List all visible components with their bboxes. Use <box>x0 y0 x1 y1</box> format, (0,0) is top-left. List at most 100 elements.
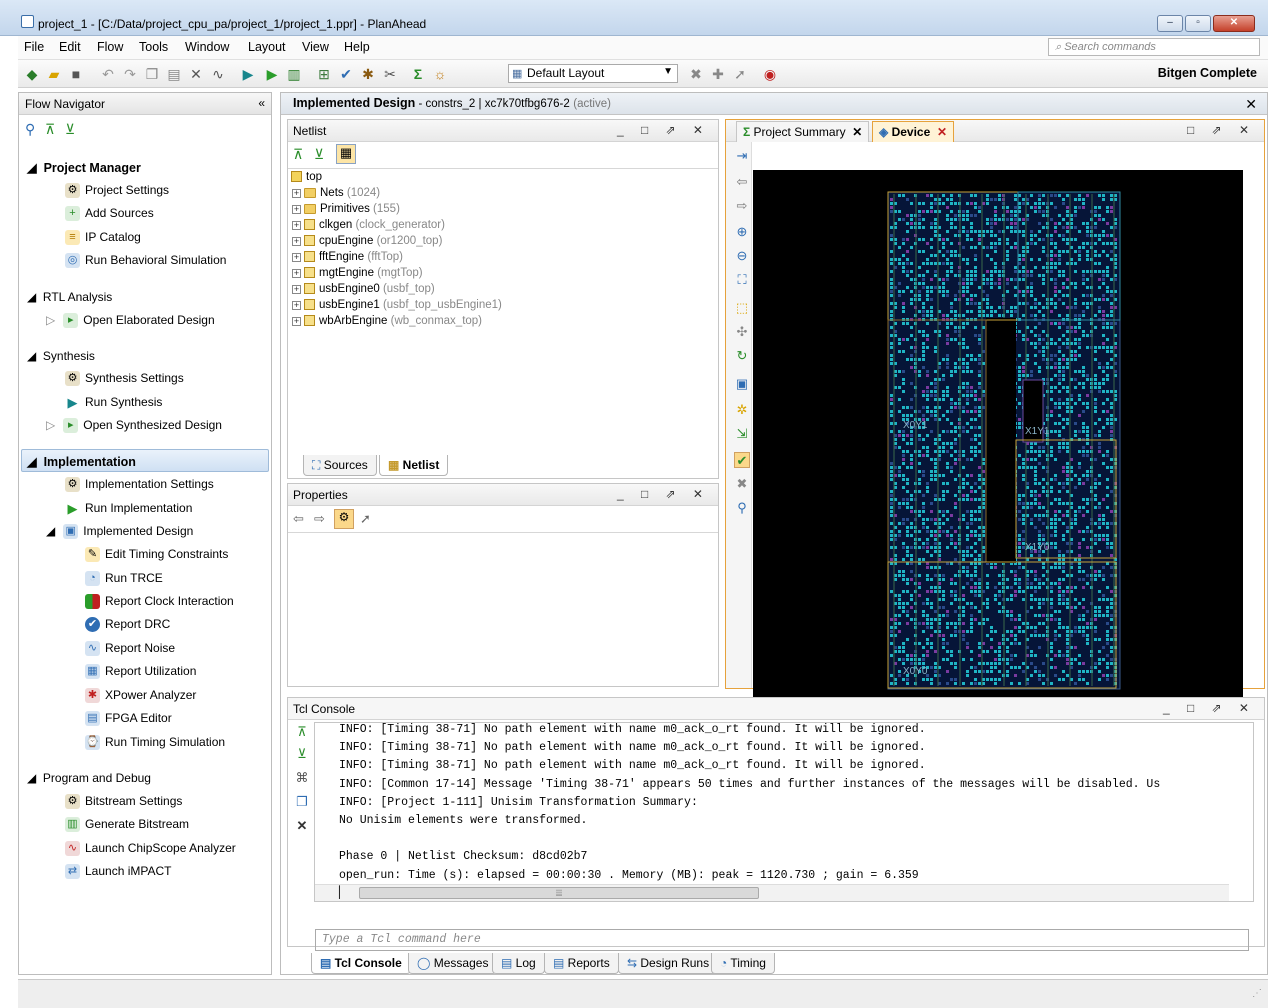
panel-controls[interactable]: _ □ ⇗ ✕ <box>617 123 710 137</box>
implemented-design-link[interactable]: ◢ ▣ Implemented Design <box>46 524 193 540</box>
implementation-settings-link[interactable]: ⚙ Implementation Settings <box>65 477 214 493</box>
report-noise-link[interactable]: ∿ Report Noise <box>85 641 175 657</box>
ip-catalog-link[interactable]: ≡ IP Catalog <box>65 230 141 246</box>
refresh-icon[interactable]: ↻ <box>734 348 750 364</box>
tools-icon[interactable]: ✂ <box>382 66 398 82</box>
collapse-all-icon[interactable]: ⊼ <box>45 121 55 138</box>
redo-icon[interactable]: ↷ <box>122 66 138 82</box>
move-icon[interactable]: ⇲ <box>734 426 750 442</box>
menu-layout[interactable]: Layout <box>248 40 286 54</box>
tab-netlist[interactable]: ▦ Netlist <box>379 455 449 476</box>
drc-icon[interactable]: ✔ <box>338 66 354 82</box>
zoom-out-icon[interactable]: ⊖ <box>734 248 750 264</box>
tree-node-wbarbengine[interactable]: + wbArbEngine (wb_conmax_top) <box>292 315 482 327</box>
close-tab-icon[interactable]: ✕ <box>937 125 947 139</box>
zoom-fit-icon[interactable]: ⛶ <box>734 272 750 288</box>
project-settings-link[interactable]: ⚙ Project Settings <box>65 183 169 199</box>
section-project-manager[interactable]: ◢ Project Manager <box>27 160 141 175</box>
pointer-icon[interactable]: ➚ <box>732 66 748 82</box>
close-button[interactable]: ✕ <box>1213 15 1255 32</box>
tree-node-nets[interactable]: + Nets (1024) <box>292 187 380 199</box>
expand-all-icon[interactable]: ⊻ <box>314 146 324 163</box>
undo-icon[interactable]: ↶ <box>100 66 116 82</box>
section-rtl-analysis[interactable]: ◢ RTL Analysis <box>27 290 112 304</box>
report-utilization-link[interactable]: ▦ Report Utilization <box>85 664 196 680</box>
report-drc-link[interactable]: ✔ Report DRC <box>85 617 170 633</box>
tab-timing[interactable]: ◔ Timing <box>711 953 775 974</box>
generate-bitstream-link[interactable]: ▥ Generate Bitstream <box>65 817 189 833</box>
tree-node-cpuengine[interactable]: + cpuEngine (or1200_top) <box>292 235 442 247</box>
open-synthesized-design-link[interactable]: ▷ ▸ Open Synthesized Design <box>46 418 222 434</box>
paste-icon[interactable]: ▤ <box>166 66 182 82</box>
collapse-all-icon[interactable]: ⊼ <box>293 146 303 163</box>
tree-node-primitives[interactable]: + Primitives (155) <box>292 203 400 215</box>
run-synthesis-link[interactable]: ▶ Run Synthesis <box>65 395 163 410</box>
hierarchy-icon[interactable]: ▦ <box>336 144 356 164</box>
copy-icon[interactable]: ❐ <box>144 66 160 82</box>
panel-controls[interactable]: _ □ ⇗ ✕ <box>617 487 710 501</box>
tree-node-mgtengine[interactable]: + mgtEngine (mgtTop) <box>292 267 423 279</box>
delete-icon[interactable]: ✕ <box>188 66 204 82</box>
tab-reports[interactable]: ▤ Reports <box>544 953 619 974</box>
tab-device[interactable]: ◈ Device ✕ <box>872 121 954 142</box>
open-elaborated-design-link[interactable]: ▷ ▸ Open Elaborated Design <box>46 313 215 329</box>
settings-icon[interactable]: ✱ <box>360 66 376 82</box>
tab-project-summary[interactable]: Σ Project Summary ✕ <box>736 121 870 142</box>
collapse-icon[interactable]: « <box>258 96 265 110</box>
dock-icon[interactable]: ⇥ <box>734 148 750 164</box>
resize-grip-icon[interactable]: ⋰ <box>1252 988 1262 999</box>
menu-flow[interactable]: Flow <box>97 40 123 54</box>
section-synthesis[interactable]: ◢ Synthesis <box>27 349 95 363</box>
xpower-analyzer-link[interactable]: ✱ XPower Analyzer <box>85 688 196 704</box>
generate-bitstream-icon[interactable]: ▥ <box>286 66 302 82</box>
minimize-button[interactable]: – <box>1157 15 1183 32</box>
tab-log[interactable]: ▤ Log <box>492 953 545 974</box>
forward-icon[interactable]: ⇨ <box>734 198 750 214</box>
wire-icon[interactable]: ✖ <box>734 476 750 492</box>
tree-node-clkgen[interactable]: + clkgen (clock_generator) <box>292 219 445 231</box>
close-tab-icon[interactable]: ✕ <box>852 125 862 139</box>
run-synthesis-icon[interactable]: ▶ <box>240 66 256 82</box>
tab-messages[interactable]: ◯ Messages <box>408 953 498 974</box>
zoom-in-icon[interactable]: ⊕ <box>734 224 750 240</box>
fit-icon[interactable]: ✖ <box>688 66 704 82</box>
clear-icon[interactable]: ✕ <box>294 818 310 834</box>
launch-impact-link[interactable]: ⇄ Launch iMPACT <box>65 864 171 880</box>
menu-window[interactable]: Window <box>185 40 229 54</box>
tab-design-runs[interactable]: ⇆ Design Runs <box>618 953 719 974</box>
edit-timing-constraints-link[interactable]: ✎ Edit Timing Constraints <box>85 547 228 563</box>
tab-sources[interactable]: ⛶ Sources <box>303 455 377 476</box>
device-view[interactable]: X0Y1 X1Y1 X0Y0 X1Y0 <box>753 170 1243 715</box>
tree-node-fftengine[interactable]: + fftEngine (fftTop) <box>292 251 403 263</box>
save-icon[interactable]: ■ <box>68 66 84 82</box>
section-program-and-debug[interactable]: ◢ Program and Debug <box>27 771 151 785</box>
properties-settings-icon[interactable]: ⚙ <box>334 509 354 529</box>
show-connectivity-icon[interactable]: ✔ <box>734 452 750 468</box>
bitstream-settings-link[interactable]: ⚙ Bitstream Settings <box>65 794 182 810</box>
add-pblock-icon[interactable]: ▣ <box>734 376 750 392</box>
run-implementation-icon[interactable]: ▶ <box>264 66 280 82</box>
back-icon[interactable]: ⇦ <box>734 174 750 190</box>
search-commands-input[interactable]: ⌕ Search commands <box>1048 38 1260 56</box>
collapse-all-icon[interactable]: ⊼ <box>294 724 310 740</box>
place-icon[interactable]: ✲ <box>734 402 750 418</box>
search-icon[interactable]: ⚲ <box>25 121 35 138</box>
fpga-editor-link[interactable]: ▤ FPGA Editor <box>85 711 172 727</box>
copy-icon[interactable]: ❐ <box>294 794 310 810</box>
tab-tcl-console[interactable]: ▤ Tcl Console <box>311 953 411 974</box>
report-clock-interaction-link[interactable]: Report Clock Interaction <box>85 594 234 610</box>
run-behavioral-simulation-link[interactable]: ◎ Run Behavioral Simulation <box>65 253 226 269</box>
forward-icon[interactable]: ⇨ <box>314 511 325 527</box>
cross-icon[interactable]: ✚ <box>710 66 726 82</box>
tree-node-usbengine1[interactable]: + usbEngine1 (usbf_top_usbEngine1) <box>292 299 502 311</box>
menu-file[interactable]: File <box>24 40 44 54</box>
menu-edit[interactable]: Edit <box>59 40 81 54</box>
summary-icon[interactable]: Σ <box>410 66 426 82</box>
layout-select[interactable]: ▦ Default Layout ▼ <box>508 64 678 83</box>
netlist-icon[interactable]: ⊞ <box>316 66 332 82</box>
panel-controls[interactable]: □ ⇗ ✕ <box>1187 123 1256 137</box>
properties-icon[interactable]: ☼ <box>432 66 448 82</box>
run-trce-link[interactable]: ◔ Run TRCE <box>85 571 163 587</box>
tree-root[interactable]: top <box>291 171 322 183</box>
tcl-command-input[interactable]: Type a Tcl command here <box>315 929 1249 951</box>
